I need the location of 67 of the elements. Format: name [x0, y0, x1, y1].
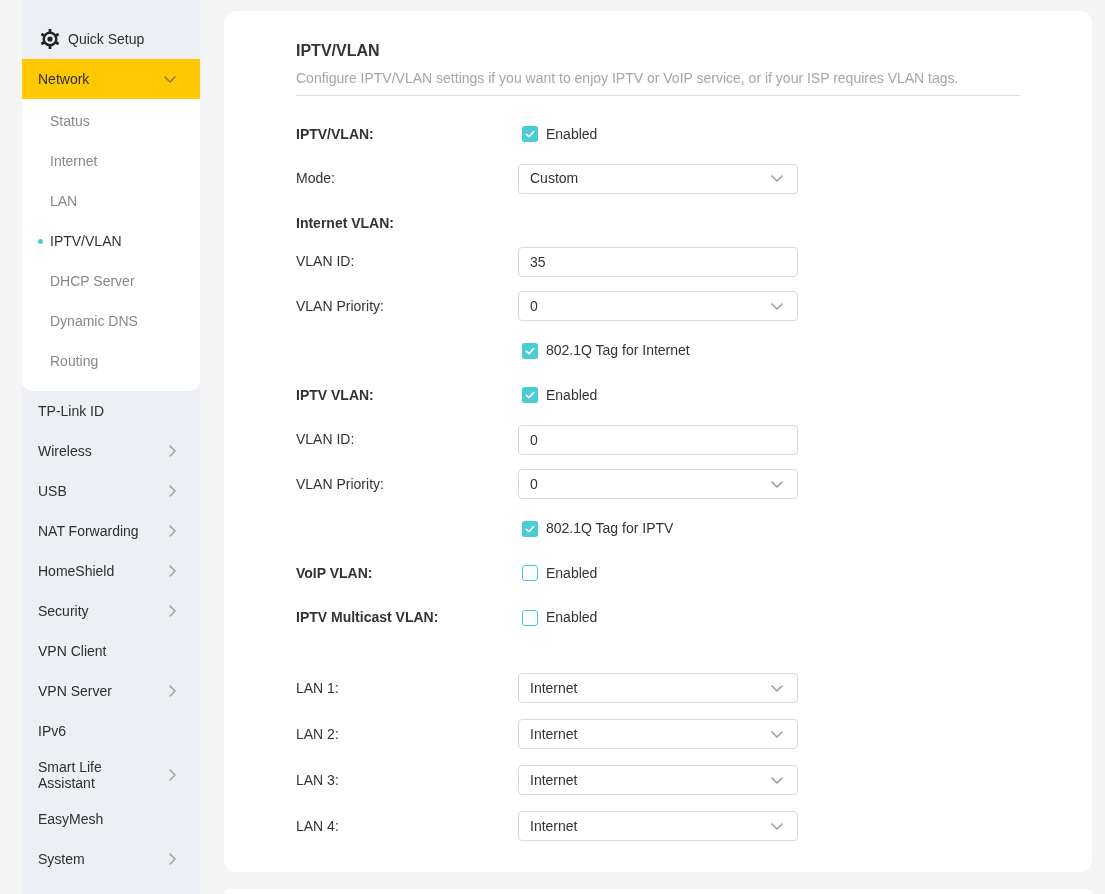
sidebar-item[interactable]: NAT Forwarding	[22, 511, 200, 551]
checkbox-label: Enabled	[546, 564, 598, 582]
submenu-item[interactable]: IPTV/VLAN	[22, 221, 200, 261]
field-label: VLAN ID:	[296, 253, 356, 270]
section-description: Configure IPTV/VLAN settings if you want to enjoy IPTV or VoIP service, or if your ISP requires VLAN tags.	[296, 69, 960, 88]
section-title: IPTV/VLAN	[296, 41, 381, 61]
sidebar-item[interactable]: VPN Server	[22, 671, 200, 711]
field-label: IPTV Multicast VLAN:	[296, 609, 440, 626]
field-label: LAN 1:	[296, 679, 340, 697]
chevron-down-icon	[771, 480, 783, 488]
field-label: VoIP VLAN:	[296, 564, 374, 582]
checkbox[interactable]	[522, 520, 538, 537]
submenu-item[interactable]: Status	[22, 101, 200, 141]
dropdown[interactable]: Internet	[518, 811, 798, 841]
checkbox[interactable]	[522, 342, 538, 359]
field-label: Mode:	[296, 170, 336, 187]
field-label: VLAN Priority:	[296, 297, 385, 315]
field-label: LAN 4:	[296, 817, 340, 835]
field-label: LAN 3:	[296, 771, 340, 789]
sidebar-item[interactable]: HomeShield	[22, 551, 200, 591]
dropdown[interactable]: Internet	[518, 765, 798, 795]
chevron-down-icon	[771, 175, 783, 182]
field-label: VLAN ID:	[296, 431, 356, 448]
chevron-down-icon	[771, 684, 783, 692]
sidebar-item[interactable]: Wireless	[22, 431, 200, 471]
dot-icon	[38, 238, 43, 244]
submenu-item[interactable]: Routing	[22, 341, 200, 381]
sidebar-item[interactable]: EasyMesh	[22, 799, 200, 839]
field-label: LAN 2:	[296, 725, 340, 743]
submenu-item[interactable]: DHCP Server	[22, 261, 200, 301]
gear-icon	[40, 29, 60, 49]
chevron-down-icon	[771, 730, 783, 738]
chevron-down-icon	[771, 776, 783, 784]
sidebar-item[interactable]: Quick Setup	[22, 19, 200, 59]
checkbox-label: 802.1Q Tag for IPTV	[546, 520, 674, 537]
checkbox-label: Enabled	[546, 125, 598, 143]
sidebar-item[interactable]: TP-Link ID	[22, 391, 200, 431]
sidebar-item[interactable]: Network	[22, 59, 200, 99]
input-field[interactable]: 0	[518, 424, 798, 455]
field-label: Internet VLAN:	[296, 215, 395, 232]
dropdown[interactable]: 0	[518, 469, 798, 499]
sidebar-item[interactable]: Smart Life Assistant	[22, 751, 200, 799]
checkbox-label: 802.1Q Tag for Internet	[546, 342, 690, 359]
field-label: VLAN Priority:	[296, 475, 385, 493]
checkbox-label: Enabled	[546, 386, 598, 404]
sidebar-item[interactable]: IPv6	[22, 711, 200, 751]
checkbox[interactable]	[522, 126, 538, 142]
sidebar-item[interactable]: Security	[22, 591, 200, 631]
field-label: IPTV/VLAN:	[296, 125, 375, 143]
dropdown[interactable]: Internet	[518, 673, 798, 703]
sidebar-item[interactable]: VPN Client	[22, 631, 200, 671]
sidebar-item[interactable]: USB	[22, 471, 200, 511]
submenu-item[interactable]: LAN	[22, 181, 200, 221]
chevron-down-icon	[771, 302, 783, 310]
checkbox-label: Enabled	[546, 609, 598, 626]
checkbox[interactable]	[522, 565, 538, 581]
checkbox[interactable]	[522, 609, 538, 626]
input-field[interactable]: 35	[518, 246, 798, 277]
dropdown[interactable]: 0	[518, 291, 798, 321]
dropdown[interactable]: Custom	[518, 163, 798, 194]
submenu-item[interactable]: Dynamic DNS	[22, 301, 200, 341]
sidebar-item[interactable]: System	[22, 839, 200, 879]
submenu-item[interactable]: Internet	[22, 141, 200, 181]
checkbox[interactable]	[522, 387, 538, 403]
field-label: IPTV VLAN:	[296, 386, 375, 404]
dropdown[interactable]: Internet	[518, 719, 798, 749]
chevron-down-icon	[771, 822, 783, 830]
